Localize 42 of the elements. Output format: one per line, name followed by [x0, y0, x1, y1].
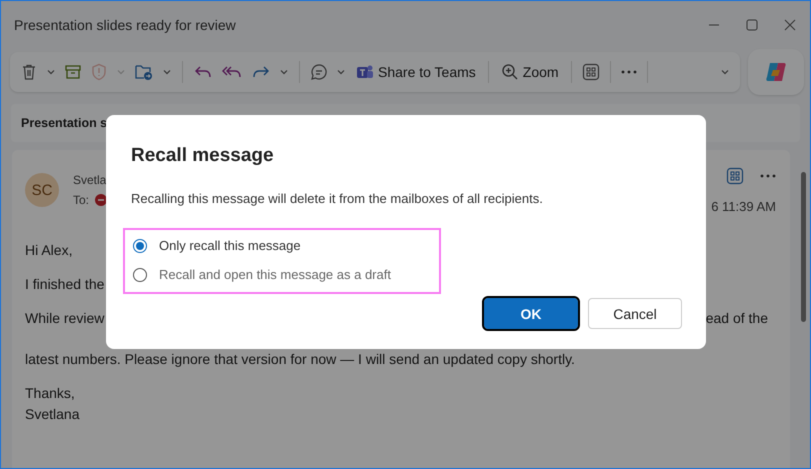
- body-text: latest numbers. Please ignore that version for now — I will send an updated copy shortly.: [25, 351, 575, 369]
- chevron-icon[interactable]: [162, 67, 172, 77]
- zoom-button[interactable]: Zoom: [498, 61, 561, 83]
- body-text: While review: [25, 310, 104, 328]
- trash-icon[interactable]: [20, 63, 38, 81]
- dialog-text: Recalling this message will delete it from the mailboxes of all recipients.: [131, 191, 544, 206]
- chevron-icon[interactable]: [46, 67, 56, 77]
- sender-name: Svetla: [73, 173, 108, 187]
- dialog-title: Recall message: [131, 145, 275, 167]
- reply-icon[interactable]: [193, 64, 213, 80]
- chevron-icon[interactable]: [720, 67, 730, 77]
- radio-option[interactable]: Only recall this message: [133, 238, 439, 253]
- radio-option[interactable]: Recall and open this message as a draft: [133, 267, 439, 282]
- window-title: Presentation slides ready for review: [14, 17, 237, 33]
- zoom-icon: [500, 63, 519, 81]
- copilot-button[interactable]: [748, 49, 804, 95]
- ok-button[interactable]: OK: [484, 298, 578, 329]
- archive-icon[interactable]: [64, 63, 82, 81]
- apps-icon[interactable]: [582, 63, 600, 81]
- avatar: SC: [25, 173, 59, 207]
- folder-move-icon[interactable]: [134, 63, 154, 81]
- copilot-icon: [764, 60, 788, 84]
- body-text: Hi Alex,: [25, 242, 72, 260]
- body-text: Svetlana: [25, 406, 80, 424]
- reply-all-icon[interactable]: [221, 64, 243, 80]
- body-text: ead of the: [706, 310, 768, 328]
- chevron-icon[interactable]: [279, 67, 289, 77]
- to-label: To:: [73, 193, 90, 207]
- body-text: Thanks,: [25, 385, 75, 403]
- share-to-teams-button[interactable]: Share to Teams: [354, 61, 478, 83]
- cancel-button[interactable]: Cancel: [588, 298, 682, 329]
- teams-icon: [356, 63, 374, 81]
- chevron-icon[interactable]: [336, 67, 346, 77]
- message-time: 6 11:39 AM: [711, 198, 776, 214]
- forward-icon[interactable]: [251, 64, 271, 80]
- chat-icon[interactable]: [310, 63, 328, 81]
- apps-icon[interactable]: [726, 166, 744, 184]
- more-icon[interactable]: [620, 70, 637, 74]
- maximize-icon[interactable]: [746, 19, 758, 31]
- more-icon[interactable]: [760, 174, 776, 178]
- close-icon[interactable]: [784, 19, 796, 31]
- body-text: I finished the: [25, 276, 104, 294]
